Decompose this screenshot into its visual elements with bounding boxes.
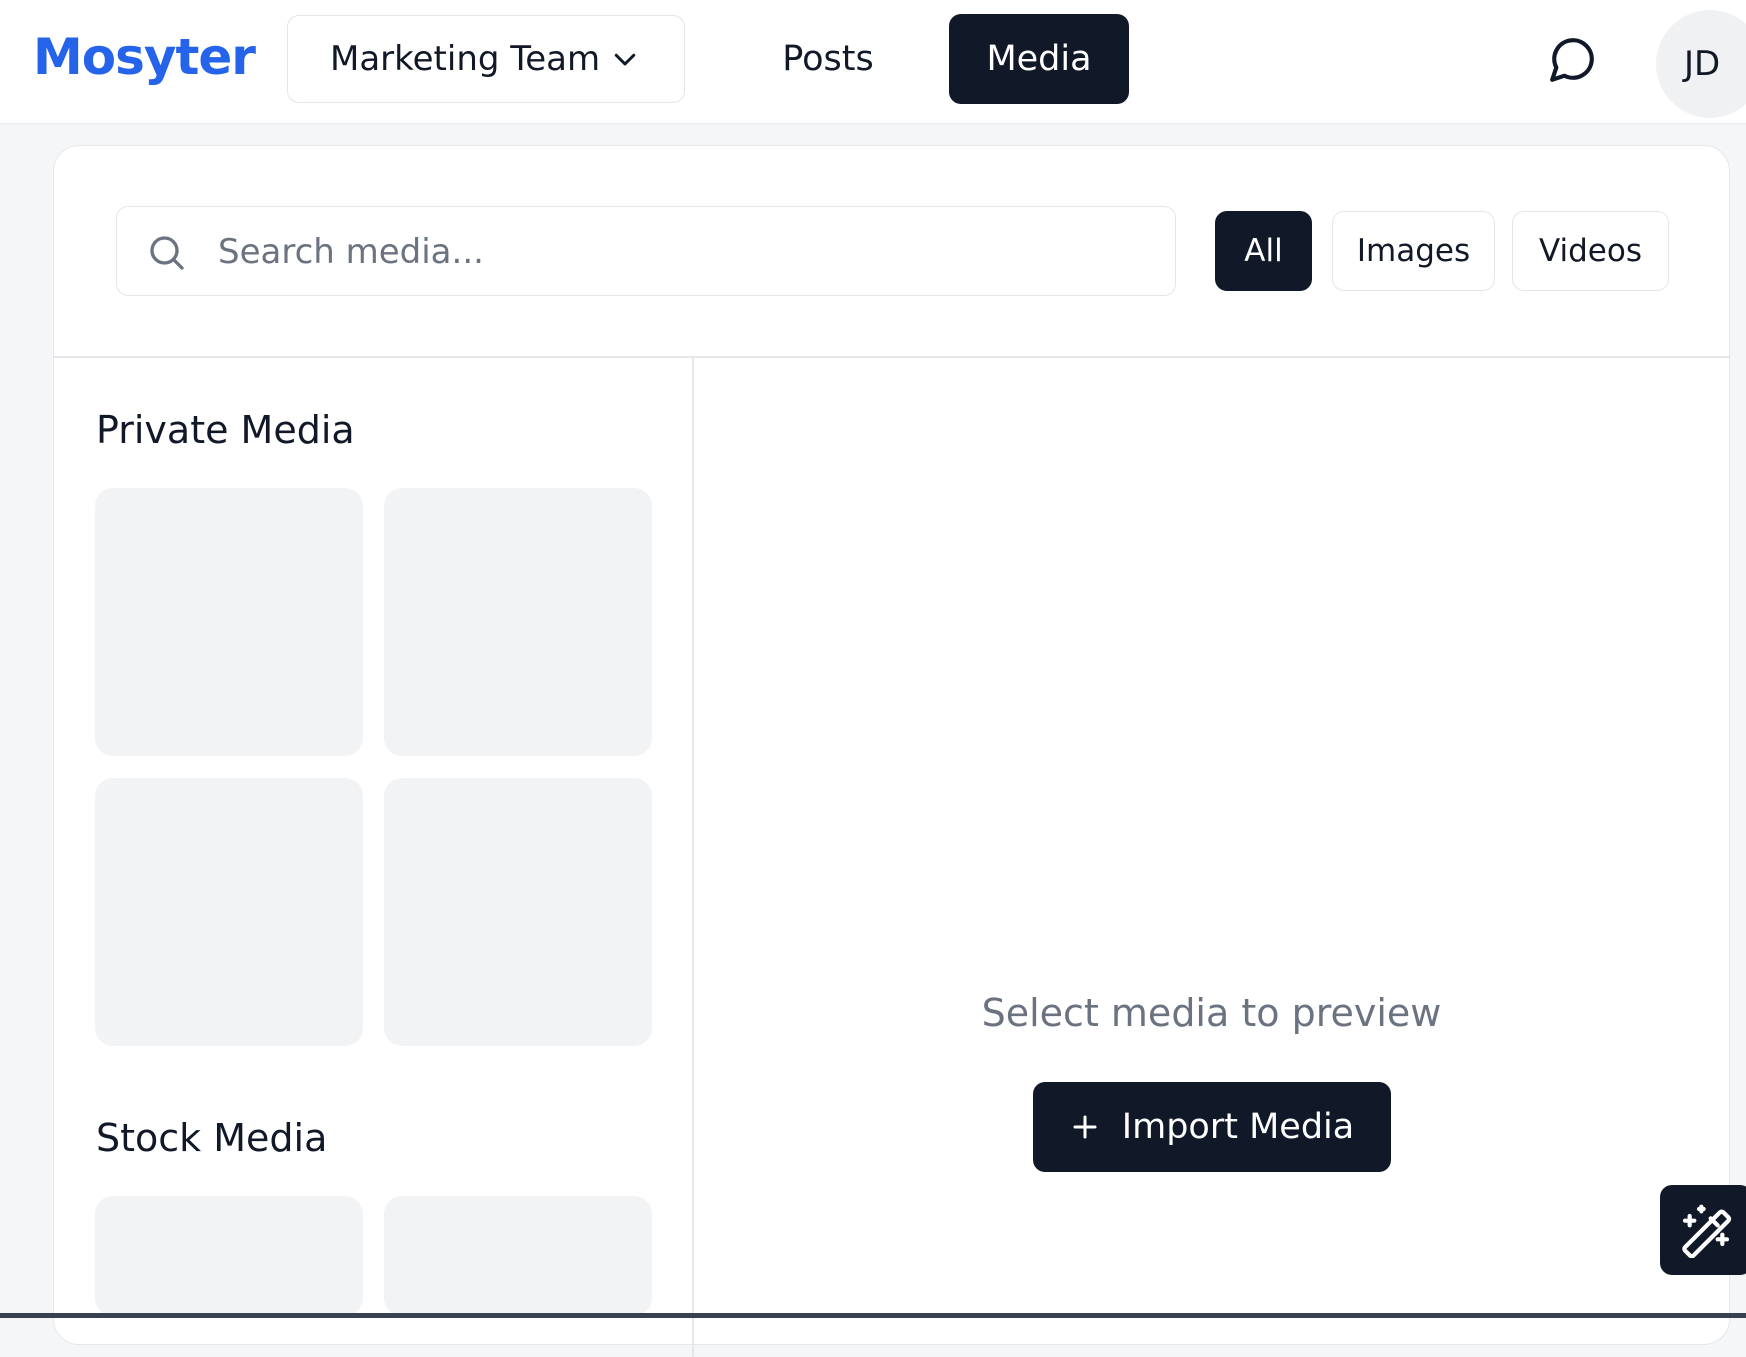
filter-all-button[interactable]: All — [1215, 211, 1312, 291]
app-logo[interactable]: Mosyter — [33, 28, 256, 86]
magic-wand-button[interactable] — [1660, 1185, 1746, 1275]
search-input[interactable]: Search media... — [116, 206, 1176, 296]
horizontal-divider — [54, 356, 1729, 358]
nav-tab-media[interactable]: Media — [949, 14, 1129, 104]
import-media-label: Import Media — [1121, 1107, 1355, 1147]
user-avatar[interactable]: JD — [1656, 10, 1746, 118]
media-tile-placeholder[interactable] — [95, 778, 363, 1046]
magic-wand-icon — [1682, 1204, 1732, 1258]
top-navigation-bar: Mosyter Marketing Team Posts Media JD — [0, 0, 1746, 124]
chat-bubble-icon[interactable] — [1548, 34, 1598, 84]
search-icon — [150, 236, 184, 270]
media-tile-placeholder[interactable] — [384, 488, 652, 756]
media-tile-placeholder[interactable] — [95, 1196, 363, 1316]
team-selector-label: Marketing Team — [330, 39, 601, 79]
private-media-heading: Private Media — [96, 408, 355, 452]
media-tile-placeholder[interactable] — [384, 778, 652, 1046]
nav-tab-posts[interactable]: Posts — [750, 14, 906, 104]
team-selector-dropdown[interactable]: Marketing Team — [287, 15, 685, 103]
plus-icon — [1073, 1115, 1097, 1139]
filter-images-button[interactable]: Images — [1332, 211, 1495, 291]
media-tile-placeholder[interactable] — [384, 1196, 652, 1316]
window-bottom-edge — [0, 1313, 1746, 1318]
vertical-divider — [692, 357, 694, 1357]
preview-empty-text: Select media to preview — [981, 991, 1442, 1035]
media-library-panel: Search media... All Images Videos Privat… — [53, 145, 1730, 1357]
chevron-down-icon — [614, 53, 636, 66]
import-media-button[interactable]: Import Media — [1033, 1082, 1391, 1172]
filter-videos-button[interactable]: Videos — [1512, 211, 1669, 291]
media-tile-placeholder[interactable] — [95, 488, 363, 756]
stock-media-heading: Stock Media — [96, 1116, 328, 1160]
search-placeholder: Search media... — [218, 232, 484, 272]
